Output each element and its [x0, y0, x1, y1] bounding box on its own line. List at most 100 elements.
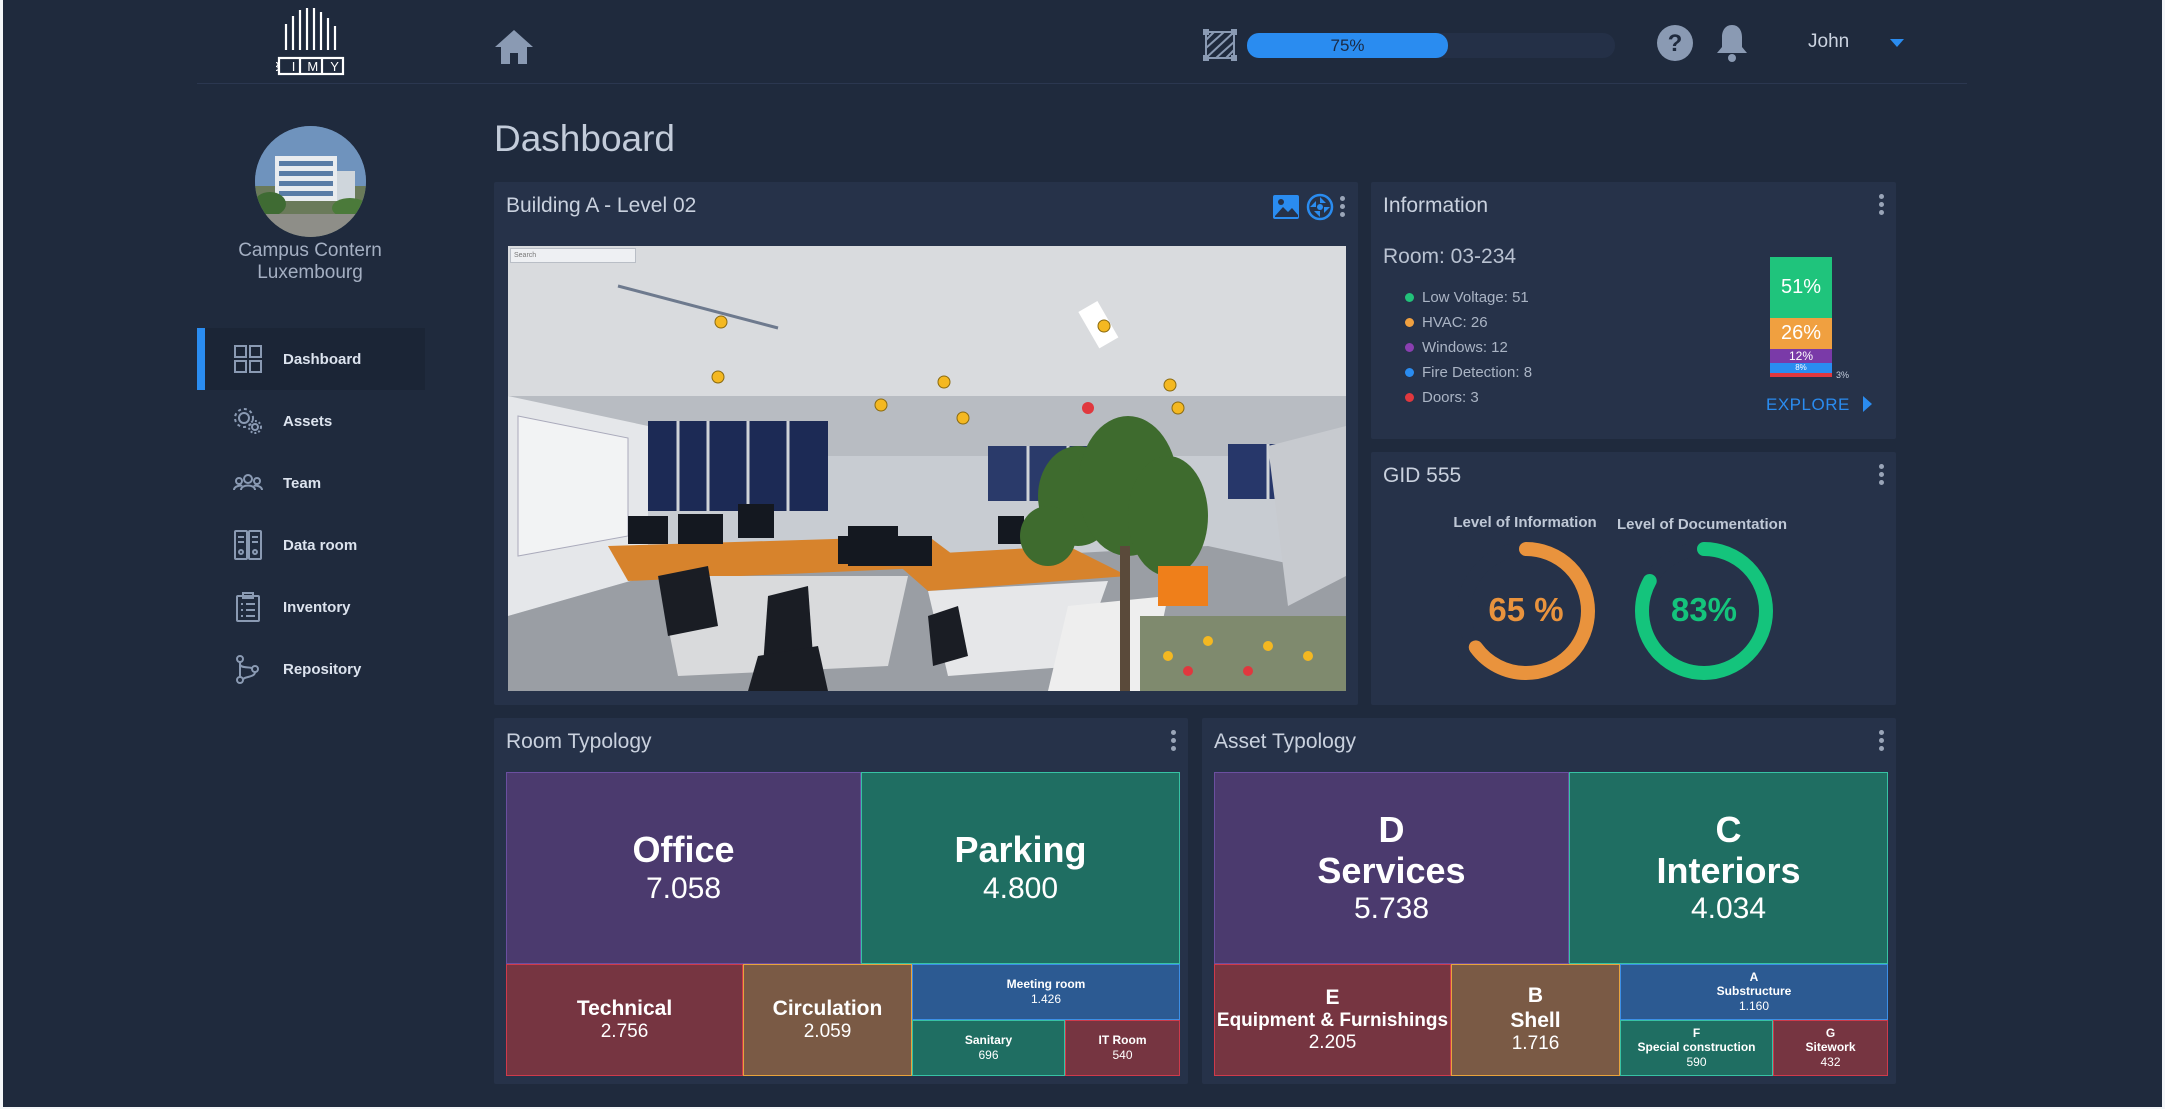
asset-typology-menu-kebab-icon[interactable] — [1876, 730, 1886, 756]
treemap-tile[interactable]: E Equipment & Furnishings 2.205 — [1214, 964, 1451, 1076]
treemap-tile[interactable]: Circulation 2.059 — [743, 964, 912, 1076]
panorama-search-input[interactable]: Search — [510, 248, 636, 263]
home-icon[interactable] — [493, 28, 535, 66]
treemap-tile-name: Shell — [1510, 1008, 1561, 1032]
svg-text:BIMY: BIMY — [276, 59, 346, 74]
model-progress-bar: 75% — [1247, 33, 1615, 58]
chevron-down-icon[interactable] — [1888, 37, 1906, 49]
treemap-tile[interactable]: F Special construction 590 — [1620, 1020, 1773, 1076]
treemap-tile-value: 2.205 — [1308, 1031, 1357, 1053]
bimy-logo[interactable]: BIMY — [276, 6, 346, 76]
building-viewer-card: Building A - Level 02 Search — [494, 182, 1358, 705]
treemap-tile-code: A — [1749, 970, 1759, 984]
sidebar-item-repository[interactable]: Repository — [197, 638, 425, 700]
treemap-tile[interactable]: D Services 5.738 — [1214, 772, 1569, 964]
legend-item-doors[interactable]: Doors: 3 — [1405, 385, 1532, 410]
information-card: Information Room: 03-234 Low Voltage: 51… — [1371, 182, 1896, 439]
gid-title: GID 555 — [1383, 464, 1462, 487]
system-stacked-bar: 51% 26% 12% 8% — [1770, 257, 1832, 377]
legend-item-low-voltage[interactable]: Low Voltage: 51 — [1405, 285, 1532, 310]
top-bar — [197, 0, 1967, 84]
data-room-icon — [234, 530, 262, 560]
treemap-tile[interactable]: Meeting room 1.426 — [912, 964, 1180, 1020]
treemap-tile-value: 1.426 — [1030, 991, 1062, 1006]
legend-item-hvac[interactable]: HVAC: 26 — [1405, 310, 1532, 335]
sidebar-item-assets[interactable]: Assets — [197, 390, 425, 452]
sidebar-item-team[interactable]: Team — [197, 452, 425, 514]
treemap-tile-code: G — [1825, 1026, 1836, 1040]
treemap-tile[interactable]: G Sitework 432 — [1773, 1020, 1888, 1076]
treemap-tile-value: 5.738 — [1353, 892, 1430, 926]
asset-typology-treemap: D Services 5.738 C Interiors 4.034 E Equipment … — [1214, 772, 1888, 1076]
viewer-menu-kebab-icon[interactable] — [1337, 196, 1347, 222]
image-icon[interactable] — [1272, 194, 1300, 220]
sidebar-nav: Dashboard Assets Team Data room Inventor… — [197, 328, 425, 700]
treemap-tile[interactable]: Parking 4.800 — [861, 772, 1180, 964]
treemap-tile-name: Interiors — [1656, 850, 1801, 891]
treemap-tile-value: 2.756 — [600, 1020, 649, 1042]
treemap-tile-name: Parking — [954, 829, 1087, 871]
treemap-tile-code: D — [1378, 808, 1405, 850]
legend-dot — [1405, 318, 1414, 327]
lod-value: 83% — [1670, 591, 1738, 628]
panorama-photo[interactable]: Search — [508, 246, 1346, 691]
bell-icon[interactable] — [1713, 22, 1751, 64]
stack-segment: 8% — [1770, 363, 1832, 373]
stack-segment: 26% — [1770, 318, 1832, 349]
bim-model-icon[interactable] — [1200, 24, 1240, 64]
room-typology-title: Room Typology — [506, 730, 652, 753]
sidebar-item-label: Dashboard — [283, 350, 362, 368]
explore-link[interactable]: EXPLORE — [1766, 395, 1850, 415]
treemap-tile-name: Meeting room — [1006, 976, 1086, 991]
view-360-icon[interactable] — [1306, 193, 1334, 221]
sidebar-item-inventory[interactable]: Inventory — [197, 576, 425, 638]
information-menu-kebab-icon[interactable] — [1876, 194, 1886, 220]
treemap-tile-name: IT Room — [1098, 1032, 1147, 1047]
treemap-tile-value: 4.034 — [1690, 892, 1767, 926]
legend-dot — [1405, 393, 1414, 402]
loi-value: 65 % — [1488, 591, 1564, 628]
legend-item-fire-detection[interactable]: Fire Detection: 8 — [1405, 360, 1532, 385]
viewer-title: Building A - Level 02 — [506, 194, 697, 217]
sidebar-item-label: Data room — [283, 536, 358, 554]
treemap-tile-name: Office — [632, 829, 735, 871]
sidebar-item-data-room[interactable]: Data room — [197, 514, 425, 576]
clipboard-icon — [236, 592, 260, 622]
treemap-tile-value: 590 — [1686, 1054, 1707, 1069]
stack-segment: 12% — [1770, 349, 1832, 363]
legend-dot — [1405, 293, 1414, 302]
treemap-tile-name: Circulation — [772, 996, 883, 1020]
legend-item-windows[interactable]: Windows: 12 — [1405, 335, 1532, 360]
treemap-tile[interactable]: B Shell 1.716 — [1451, 964, 1620, 1076]
team-icon — [233, 474, 263, 491]
chevron-right-icon[interactable] — [1861, 395, 1873, 413]
treemap-tile[interactable]: A Substructure 1.160 — [1620, 964, 1888, 1020]
legend-label: Doors: 3 — [1422, 389, 1479, 406]
help-icon[interactable]: ? — [1655, 23, 1695, 63]
treemap-tile[interactable]: C Interiors 4.034 — [1569, 772, 1888, 964]
treemap-tile-value: 7.058 — [645, 871, 722, 905]
sidebar-item-dashboard[interactable]: Dashboard — [197, 328, 425, 390]
treemap-tile-value: 1.160 — [1738, 998, 1770, 1013]
treemap-tile[interactable]: IT Room 540 — [1065, 1020, 1180, 1076]
gid-menu-kebab-icon[interactable] — [1876, 464, 1886, 490]
gid-card: GID 555 Level of Information Level of Do… — [1371, 452, 1896, 705]
room-typology-menu-kebab-icon[interactable] — [1168, 730, 1178, 756]
campus-name-line1: Campus Contern — [238, 240, 382, 261]
treemap-tile[interactable]: Sanitary 696 — [912, 1020, 1065, 1076]
page-title: Dashboard — [494, 118, 676, 159]
treemap-tile-value: 696 — [978, 1047, 999, 1062]
user-name[interactable]: John — [1808, 31, 1849, 53]
sidebar-item-label: Inventory — [283, 598, 351, 616]
legend-dot — [1405, 343, 1414, 352]
treemap-tile-name: Sanitary — [964, 1032, 1013, 1047]
lod-label: Level of Documentation — [1616, 516, 1788, 533]
progress-label: 75% — [1330, 36, 1365, 55]
treemap-tile[interactable]: Office 7.058 — [506, 772, 861, 964]
treemap-tile-value: 4.800 — [982, 871, 1059, 905]
campus-name-line2: Luxembourg — [257, 262, 363, 283]
treemap-tile[interactable]: Technical 2.756 — [506, 964, 743, 1076]
stack-segment: 51% — [1770, 257, 1832, 318]
legend-label: HVAC: 26 — [1422, 314, 1488, 331]
campus-avatar[interactable] — [255, 126, 366, 237]
